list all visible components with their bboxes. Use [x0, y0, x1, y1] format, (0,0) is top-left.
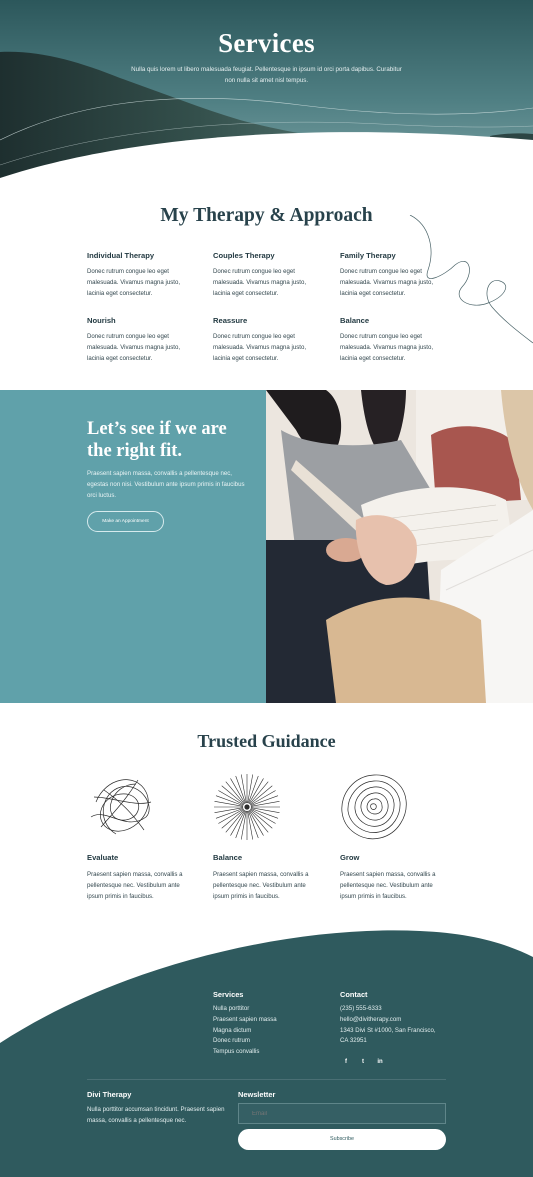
sunburst-icon	[214, 774, 280, 840]
topography-icon	[341, 774, 407, 840]
service-title: Individual Therapy	[87, 251, 155, 260]
footer-link[interactable]: Donec rutrum	[213, 1036, 277, 1047]
footer-contact-list: (235) 555-6333 hello@divitherapy.com 134…	[340, 1004, 436, 1047]
facebook-icon[interactable]: f	[342, 1059, 350, 1065]
service-text: Donec rutrum congue leo eget malesuada. …	[87, 333, 181, 362]
guidance-item: Balance Praesent sapien massa, convallis…	[213, 853, 323, 902]
service-title: Nourish	[87, 316, 116, 325]
guidance-text: Praesent sapien massa, convallis a pelle…	[213, 871, 309, 900]
guidance-title: Grow	[340, 853, 360, 862]
service-text: Donec rutrum congue leo eget malesuada. …	[213, 268, 307, 297]
trusted-heading: Trusted Guidance	[197, 731, 336, 751]
guidance-text: Praesent sapien massa, convallis a pelle…	[340, 871, 436, 900]
footer-contact-heading: Contact	[340, 990, 368, 999]
footer-services-heading: Services	[213, 990, 244, 999]
guidance-text: Praesent sapien massa, convallis a pelle…	[87, 871, 183, 900]
service-text: Donec rutrum congue leo eget malesuada. …	[213, 333, 307, 362]
contact-address: CA 32951	[340, 1037, 367, 1045]
service-title: Family Therapy	[340, 251, 396, 260]
footer-divider	[87, 1079, 446, 1080]
contact-email[interactable]: hello@divitherapy.com	[340, 1015, 436, 1026]
make-appointment-button[interactable]: Make an Appointment	[87, 511, 164, 532]
newsletter-email-input[interactable]	[238, 1103, 446, 1124]
contact-address: 1343 Divi St #1000, San Francisco,	[340, 1026, 436, 1034]
footer-link[interactable]: Magna dictum	[213, 1026, 277, 1037]
linkedin-icon[interactable]: in	[376, 1059, 384, 1065]
footer-link[interactable]: Praesent sapien massa	[213, 1015, 277, 1026]
footer-link[interactable]: Tempus convallis	[213, 1047, 277, 1058]
footer-services-list: Nulla porttitor Praesent sapien massa Ma…	[213, 1004, 277, 1058]
guidance-item: Evaluate Praesent sapien massa, convalli…	[87, 853, 197, 902]
hero-subtitle: Nulla quis lorem ut libero malesuada feu…	[131, 66, 402, 84]
guidance-item: Grow Praesent sapien massa, convallis a …	[340, 853, 450, 902]
service-item: Nourish Donec rutrum congue leo eget mal…	[87, 316, 197, 364]
service-item: Individual Therapy Donec rutrum congue l…	[87, 251, 197, 299]
newsletter-heading: Newsletter	[238, 1090, 276, 1099]
fit-text: Praesent sapien massa, convallis a pelle…	[87, 470, 245, 499]
guidance-title: Evaluate	[87, 853, 119, 862]
service-title: Reassure	[213, 316, 248, 325]
subscribe-button[interactable]: Subscribe	[238, 1129, 446, 1150]
hero-banner: Services Nulla quis lorem ut libero male…	[0, 0, 533, 182]
service-title: Couples Therapy	[213, 251, 275, 260]
service-text: Donec rutrum congue leo eget malesuada. …	[340, 268, 434, 297]
guidance-title: Balance	[213, 853, 243, 862]
service-text: Donec rutrum congue leo eget malesuada. …	[340, 333, 434, 362]
scribble-icon	[90, 779, 152, 835]
footer-brand-text: Nulla porttitor accumsan tincidunt. Prae…	[87, 1106, 225, 1124]
page-title: Services	[218, 28, 315, 58]
service-item: Balance Donec rutrum congue leo eget mal…	[340, 316, 450, 364]
footer-brand: Divi Therapy	[87, 1090, 132, 1099]
contact-phone[interactable]: (235) 555-6333	[340, 1004, 436, 1015]
service-title: Balance	[340, 316, 370, 325]
therapy-session-photo	[266, 390, 533, 703]
social-links: f t in	[342, 1059, 384, 1065]
service-item: Reassure Donec rutrum congue leo eget ma…	[213, 316, 323, 364]
service-item: Family Therapy Donec rutrum congue leo e…	[340, 251, 450, 299]
service-item: Couples Therapy Donec rutrum congue leo …	[213, 251, 323, 299]
service-text: Donec rutrum congue leo eget malesuada. …	[87, 268, 181, 297]
twitter-icon[interactable]: t	[359, 1059, 367, 1065]
fit-heading: Let’s see if we are the right fit.	[87, 419, 227, 461]
footer-link[interactable]: Nulla porttitor	[213, 1004, 277, 1015]
